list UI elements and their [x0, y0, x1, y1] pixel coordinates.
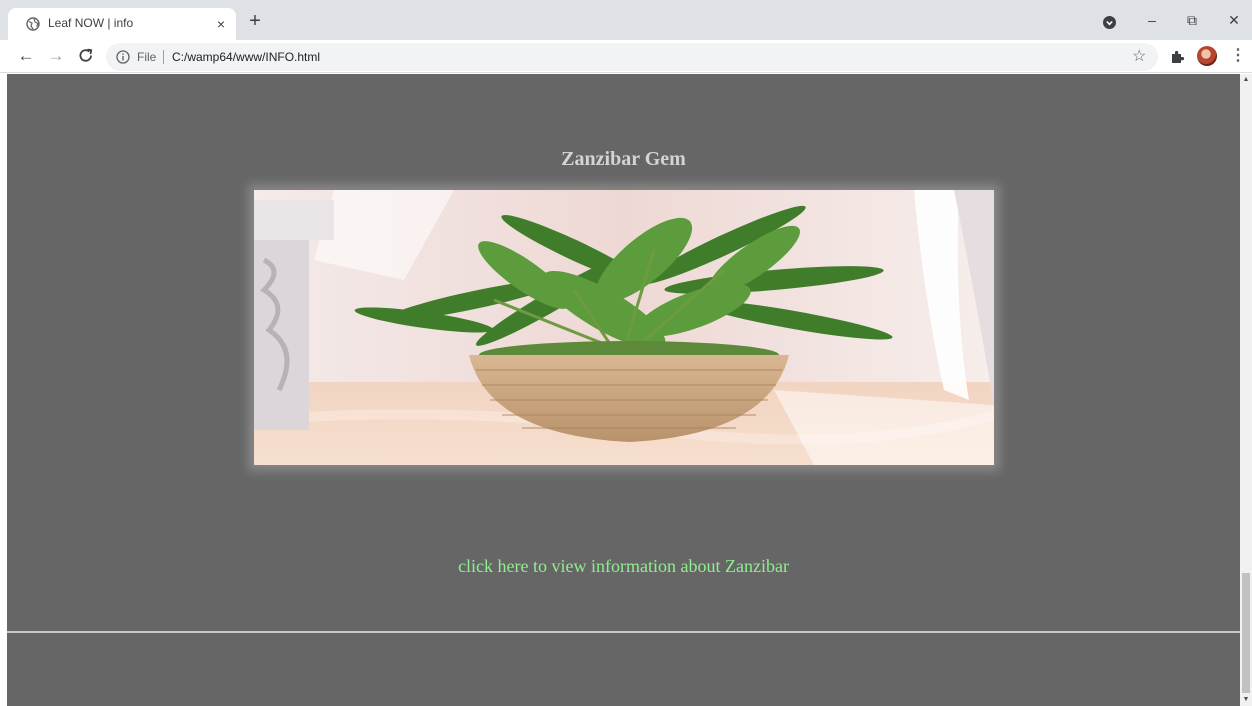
more-menu-icon[interactable]: ⋮ — [1230, 46, 1246, 66]
reload-icon[interactable] — [76, 46, 96, 66]
scroll-thumb[interactable] — [1242, 573, 1250, 693]
scroll-up-arrow-icon[interactable]: ▲ — [1240, 74, 1252, 86]
bookmark-star-icon[interactable]: ☆ — [1132, 46, 1146, 66]
scroll-down-arrow-icon[interactable]: ▼ — [1240, 694, 1252, 706]
tab-title: Leaf NOW | info — [48, 16, 134, 30]
browser-tab[interactable]: Leaf NOW | info × — [8, 8, 236, 40]
tab-search-icon[interactable] — [1103, 16, 1116, 29]
info-icon[interactable] — [116, 50, 130, 64]
restore-icon[interactable]: ⧉ — [1183, 10, 1201, 30]
new-tab-button[interactable]: + — [246, 11, 264, 31]
page-heading: Zanzibar Gem — [561, 148, 686, 170]
scheme-label: File — [137, 50, 157, 64]
zanzibar-info-link[interactable]: click here to view information about Zan… — [7, 556, 1240, 577]
tab-strip: Leaf NOW | info × + – ⧉ ✕ — [0, 0, 1252, 40]
browser-window: Leaf NOW | info × + – ⧉ ✕ ← → File C:/wa — [0, 0, 1252, 706]
extensions-puzzle-icon[interactable] — [1170, 49, 1185, 64]
horizontal-rule — [7, 631, 1240, 633]
page-scrollbar[interactable]: ▲ ▼ — [1240, 74, 1252, 706]
back-arrow-icon[interactable]: ← — [16, 46, 36, 66]
page-viewport: Zanzibar Gem click here to view informat… — [7, 74, 1240, 706]
browser-toolbar: ← → File C:/wamp64/www/INFO.html ☆ — [0, 40, 1252, 73]
address-divider — [163, 50, 164, 64]
zz-plant-image — [254, 190, 994, 465]
plant-photo — [254, 190, 994, 465]
close-tab-icon[interactable]: × — [212, 15, 230, 33]
globe-icon — [26, 17, 40, 31]
profile-avatar[interactable] — [1197, 46, 1217, 66]
forward-arrow-icon[interactable]: → — [46, 46, 66, 66]
window-close-icon[interactable]: ✕ — [1225, 10, 1243, 30]
url-text[interactable]: C:/wamp64/www/INFO.html — [172, 50, 320, 64]
minimize-icon[interactable]: – — [1143, 10, 1161, 30]
address-bar[interactable]: File C:/wamp64/www/INFO.html ☆ — [106, 43, 1158, 71]
